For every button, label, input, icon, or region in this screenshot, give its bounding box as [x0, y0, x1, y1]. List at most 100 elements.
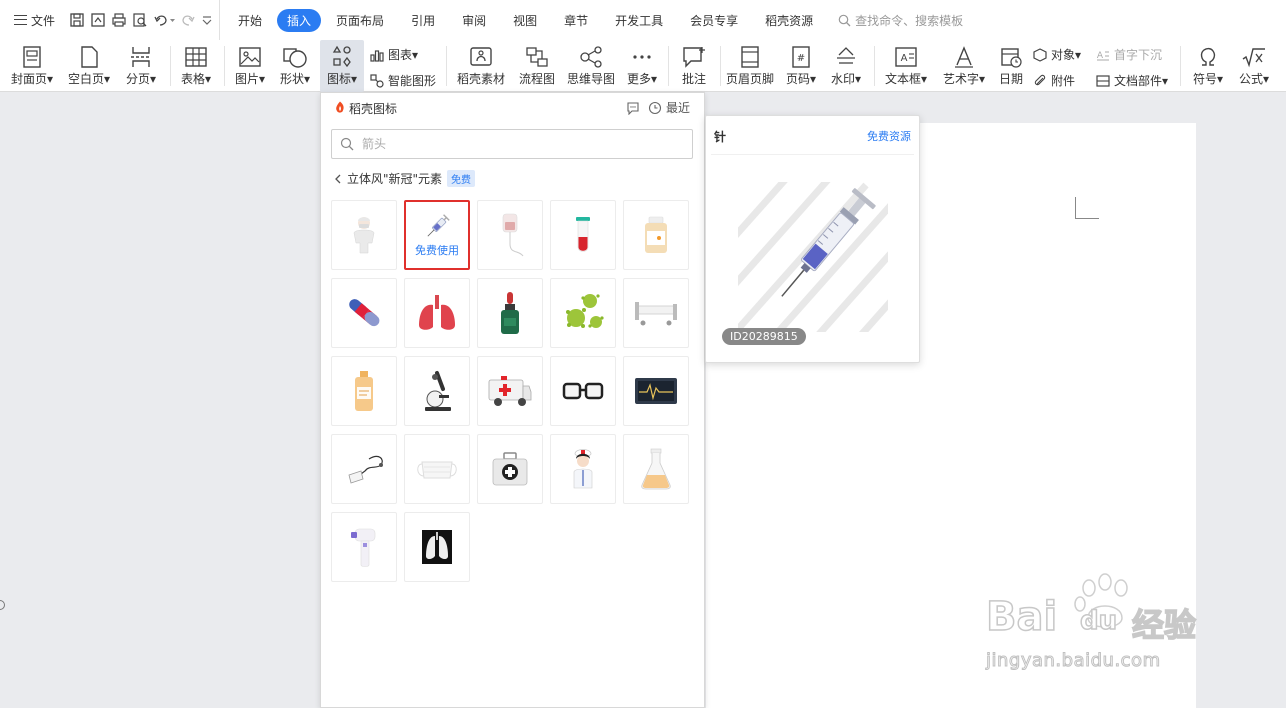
tab-developer[interactable]: 开发工具 [603, 9, 675, 32]
lungs-icon[interactable] [404, 278, 470, 348]
watermark-brand: Bai [985, 593, 1058, 641]
print-icon[interactable] [111, 12, 127, 28]
insert-ribbon: 封面页▾ 空白页▾ 分页▾ 表格▾ 图片▾ 形状▾ 图标▾ 图表▾ 智能图形 稻… [0, 40, 1286, 92]
tab-references[interactable]: 引用 [399, 9, 447, 32]
recent-button[interactable]: 最近 [626, 99, 690, 116]
shape-button[interactable]: 形状▾ [275, 40, 315, 92]
test-tube-icon[interactable] [550, 200, 616, 270]
print-preview-icon[interactable] [132, 12, 148, 28]
tab-member[interactable]: 会员专享 [678, 9, 750, 32]
word-art-button[interactable]: 艺术字▾ [938, 40, 990, 92]
tab-insert[interactable]: 插入 [277, 8, 322, 32]
tab-section[interactable]: 章节 [552, 9, 600, 32]
text-box-icon: A [890, 42, 922, 72]
icon-panel-title: 稻壳图标 [349, 102, 398, 116]
icon-search-input[interactable] [362, 137, 662, 151]
undo-icon[interactable] [153, 12, 176, 28]
ribbon-separator [720, 46, 721, 86]
ambulance-icon[interactable] [477, 356, 543, 426]
stethoscope-icon[interactable] [331, 434, 397, 504]
flask-icon[interactable] [623, 434, 689, 504]
object-button[interactable]: 对象▾ [1033, 46, 1081, 63]
command-search[interactable]: 查找命令、搜索模板 [838, 12, 963, 29]
smart-graphic-button[interactable]: 智能图形 [370, 72, 436, 89]
chart-button[interactable]: 图表▾ [370, 46, 418, 63]
smart-graphic-icon [370, 73, 384, 88]
header-footer-button[interactable]: 页眉页脚 [724, 40, 776, 92]
comment-icon [678, 42, 710, 72]
medicine-bottle-icon[interactable] [623, 200, 689, 270]
comment-label: 批注 [681, 72, 706, 86]
preview-id-badge: ID20289815 [722, 328, 806, 345]
picture-label: 图片▾ [234, 72, 266, 86]
tab-home[interactable]: 开始 [226, 9, 274, 32]
ribbon-separator [224, 46, 225, 86]
thermometer-gun-icon[interactable] [331, 512, 397, 582]
goggles-icon[interactable] [550, 356, 616, 426]
ribbon-separator [874, 46, 875, 86]
hamburger-icon [14, 15, 27, 25]
text-box-button[interactable]: A 文本框▾ [880, 40, 932, 92]
icon-panel-header: 稻壳图标 最近 [321, 93, 704, 121]
file-menu-button[interactable]: 文件 [0, 0, 63, 40]
syrup-bottle-icon[interactable] [331, 356, 397, 426]
formula-button[interactable]: 公式▾ [1234, 40, 1274, 92]
table-button[interactable]: 表格▾ [176, 40, 216, 92]
docer-material-button[interactable]: 稻壳素材 [453, 40, 509, 92]
syringe-icon[interactable]: 免费使用 [404, 200, 470, 270]
doc-parts-button[interactable]: 文档部件▾ [1096, 72, 1168, 89]
blank-page-icon [73, 42, 105, 72]
watermark-button[interactable]: 水印▾ [826, 40, 866, 92]
face-mask-icon[interactable] [404, 434, 470, 504]
blank-page-button[interactable]: 空白页▾ [64, 40, 114, 92]
chevron-left-icon[interactable] [334, 174, 342, 184]
flowchart-icon [521, 42, 553, 72]
free-resources-link[interactable]: 免费资源 [867, 128, 911, 144]
attachment-button[interactable]: 附件 [1033, 72, 1075, 89]
export-pdf-icon[interactable] [90, 12, 106, 28]
first-aid-kit-icon[interactable] [477, 434, 543, 504]
attachment-icon [1034, 74, 1046, 85]
doctor-icon[interactable] [331, 200, 397, 270]
nurse-icon[interactable] [550, 434, 616, 504]
save-icon[interactable] [69, 12, 85, 28]
dropper-bottle-icon[interactable] [477, 278, 543, 348]
page-number-button[interactable]: # 页码▾ [782, 40, 820, 92]
customize-dropdown-icon[interactable] [201, 12, 213, 28]
more-button[interactable]: 更多▾ [622, 40, 662, 92]
word-art-icon [948, 42, 980, 72]
drop-cap-button[interactable]: A 首字下沉 [1096, 46, 1162, 63]
table-icon [180, 42, 212, 72]
flowchart-button[interactable]: 流程图 [515, 40, 559, 92]
monitor-icon[interactable] [623, 356, 689, 426]
mind-map-button[interactable]: 思维导图 [564, 40, 618, 92]
microscope-icon[interactable] [404, 356, 470, 426]
hospital-bed-icon[interactable] [623, 278, 689, 348]
tab-docer[interactable]: 稻壳资源 [753, 9, 825, 32]
tab-view[interactable]: 视图 [501, 9, 549, 32]
feedback-icon[interactable] [626, 101, 640, 115]
capsule-icon[interactable] [331, 278, 397, 348]
icon-search-box[interactable] [331, 129, 693, 159]
chart-label: 图表▾ [388, 48, 419, 62]
virus-icon[interactable] [550, 278, 616, 348]
cover-page-button[interactable]: 封面页▾ [8, 40, 56, 92]
symbol-button[interactable]: 符号▾ [1186, 40, 1230, 92]
table-label: 表格▾ [180, 72, 212, 86]
icon-library-panel: 稻壳图标 最近 立体风"新冠"元素 免费 免费使用 [320, 92, 705, 708]
iv-drip-icon[interactable] [477, 200, 543, 270]
xray-icon[interactable] [404, 512, 470, 582]
symbol-icon [1192, 42, 1224, 72]
picture-button[interactable]: 图片▾ [230, 40, 270, 92]
comment-button[interactable]: 批注 [674, 40, 714, 92]
icon-button[interactable]: 图标▾ [320, 40, 364, 92]
ribbon-tabs: 开始 插入 页面布局 引用 审阅 视图 章节 开发工具 会员专享 稻壳资源 [226, 0, 828, 40]
page-break-button[interactable]: 分页▾ [120, 40, 162, 92]
redo-icon[interactable] [180, 12, 196, 28]
tab-page-layout[interactable]: 页面布局 [324, 9, 396, 32]
page-margin-corner [1075, 197, 1099, 219]
tab-review[interactable]: 审阅 [450, 9, 498, 32]
quick-access-toolbar [63, 0, 221, 40]
date-button[interactable]: 日期 [994, 40, 1028, 92]
breadcrumb[interactable]: 立体风"新冠"元素 免费 [334, 170, 476, 187]
